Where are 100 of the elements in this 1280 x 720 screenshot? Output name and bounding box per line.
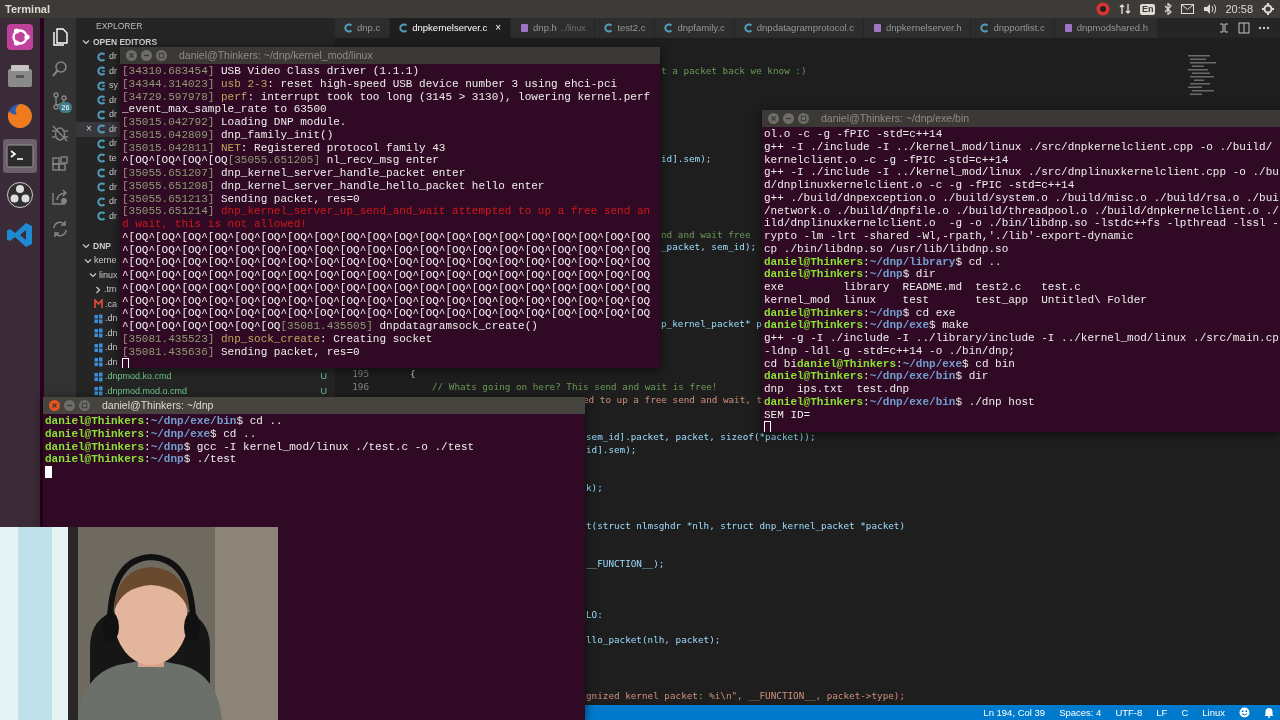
file-item[interactable]: dr (76, 64, 120, 79)
file-type-icon (94, 371, 103, 382)
network-icon[interactable] (1118, 3, 1131, 15)
branch-icon[interactable] (50, 91, 70, 111)
file-type-icon (94, 342, 103, 353)
mail-icon[interactable] (1181, 4, 1195, 14)
file-item[interactable]: × dr (76, 122, 120, 137)
record-icon[interactable] (1095, 2, 1110, 16)
tree-item[interactable]: .dn (76, 340, 118, 355)
file-item[interactable]: sy (76, 78, 120, 93)
file-type-icon (94, 328, 103, 339)
status-item[interactable]: Spaces: 4 (1059, 707, 1102, 718)
editor-tab[interactable]: dnpportlist.c (971, 18, 1055, 38)
code-line: id].sem); (661, 153, 712, 166)
tree-item[interactable]: .dnpmod.ko.cmd U (76, 369, 335, 384)
section-header[interactable]: DNP (76, 239, 111, 254)
terminal-icon (6, 141, 34, 170)
settings-icon[interactable] (1262, 3, 1274, 15)
file-item[interactable]: te (76, 151, 120, 166)
path-hint: ../linux (560, 23, 586, 33)
status-item[interactable]: UTF-8 (1115, 707, 1143, 718)
file-item[interactable]: dr (76, 49, 120, 64)
file-type-icon (97, 167, 106, 178)
terminal-line: ^[OQ^[OQ^[OQ^[OQ^[OQ^[OQ^[OQ^[OQ^[OQ^[OQ^[OQ^[OQ^[OQ^[OQ^[OQ^[OQ^[OQ^[OQ^[OQ^[OQ (122, 269, 651, 282)
code-line: nd and wait free (661, 229, 751, 242)
tree-item[interactable]: .tm (76, 282, 117, 297)
file-type-icon (97, 182, 106, 193)
share-icon[interactable] (50, 187, 70, 207)
editor-tab[interactable]: dnp.h ../linux (511, 18, 596, 38)
file-item[interactable]: dr (76, 194, 120, 209)
line-number: 195 (351, 368, 369, 381)
compare-icon[interactable] (1218, 22, 1230, 34)
code-line: t a packet back we know :) (661, 65, 807, 78)
editor-tab[interactable]: dnpmodshared.h (1054, 18, 1159, 38)
chevron-icon[interactable] (82, 242, 90, 251)
chevron-icon[interactable] (94, 285, 102, 294)
close-button[interactable]: × (86, 124, 92, 135)
status-letter: U (320, 386, 327, 396)
file-type-icon (94, 313, 103, 324)
code-line: id].sem); (586, 444, 637, 457)
file-type-icon (97, 95, 106, 106)
close-button[interactable]: × (495, 23, 502, 33)
bluetooth-icon[interactable] (1164, 3, 1173, 15)
files-icon[interactable] (50, 27, 70, 47)
chevron-icon[interactable] (82, 38, 90, 47)
bell-icon[interactable] (1264, 707, 1274, 718)
tree-item[interactable]: .dn (76, 326, 118, 341)
sync-icon[interactable] (50, 219, 70, 239)
close-button[interactable] (49, 400, 60, 411)
terminal-line: daniel@Thinkers:~/dnp/exe/bin$ cd .. (45, 415, 283, 428)
file-item[interactable]: dr (76, 180, 120, 195)
tree-item[interactable]: .ca (76, 297, 117, 312)
file-item[interactable]: dr (76, 165, 120, 180)
file-item[interactable]: dr (76, 107, 120, 122)
file-type-icon (520, 23, 530, 33)
file-type-icon (980, 23, 990, 33)
launcher-item[interactable] (3, 138, 37, 173)
editor-tab[interactable]: dnpdatagramprotocol.c (734, 18, 864, 38)
file-type-icon (97, 80, 106, 91)
terminal-line: daniel@Thinkers:~/dnp$ ./test (45, 453, 237, 466)
split-editor-icon[interactable] (1238, 22, 1250, 34)
keyboard-layout-indicator[interactable]: En (1139, 3, 1156, 15)
terminal-line: -ldnp -ldl -g -std=c++14 -o ./bin/dnp; (764, 344, 1015, 358)
editor-tab[interactable]: dnp.c (335, 18, 391, 38)
terminal-line: SEM ID= (764, 408, 811, 422)
status-item[interactable]: LF (1156, 707, 1168, 718)
tree-item[interactable]: .dn (76, 311, 118, 326)
tree-item[interactable]: kerne (76, 253, 117, 268)
terminal-line: daniel@Thinkers:~/dnp/exe$ cd .. (45, 427, 257, 441)
editor-tab[interactable]: dnpkernelserver.h (863, 18, 972, 38)
tree-item[interactable]: linux (76, 268, 118, 283)
file-type-icon (97, 196, 106, 207)
code-line: { (410, 368, 416, 381)
file-type-icon (97, 153, 106, 164)
search-icon[interactable] (50, 59, 70, 79)
code-line: llo_packet(nlh, packet); (586, 634, 721, 647)
chevron-icon[interactable] (89, 271, 97, 280)
editor-tab[interactable]: dnpfamily.c (655, 18, 735, 38)
terminal-line: cp ./bin/libdnp.so /usr/lib/libdnp.so (764, 242, 1009, 256)
terminal-line: dnp ips.txt test.dnp (764, 383, 910, 396)
status-item[interactable]: C (1181, 707, 1189, 718)
file-item[interactable]: dr (76, 209, 120, 224)
window-title: daniel@Thinkers: ~/dnp/exe/bin (821, 113, 970, 124)
tree-item[interactable]: .dnpmod.mod.o.cmd U (76, 384, 335, 399)
file-type-icon (604, 23, 614, 33)
status-item[interactable]: Ln 194, Col 39 (983, 707, 1046, 718)
file-type-icon (344, 23, 353, 33)
tree-item[interactable]: .dn (76, 355, 118, 370)
bug-icon[interactable] (50, 123, 70, 143)
chevron-icon[interactable] (84, 256, 92, 265)
file-item[interactable]: dr (76, 136, 120, 151)
editor-tab[interactable]: test2.c (595, 18, 656, 38)
section-header[interactable]: OPEN EDITORS (76, 35, 158, 50)
status-item[interactable]: Linux (1202, 707, 1225, 718)
volume-icon[interactable] (1203, 3, 1217, 15)
smiley-icon[interactable] (1239, 707, 1250, 718)
terminal-line: [35055.651214] dnp_kernel_server_up_send_and_wait attempted to up a free send an (122, 205, 651, 218)
file-item[interactable]: dr (76, 93, 120, 108)
editor-tab[interactable]: dnpkernelserver.c × (390, 18, 512, 38)
terminal-line: _event_max_sample_rate to 63500 (122, 103, 327, 116)
